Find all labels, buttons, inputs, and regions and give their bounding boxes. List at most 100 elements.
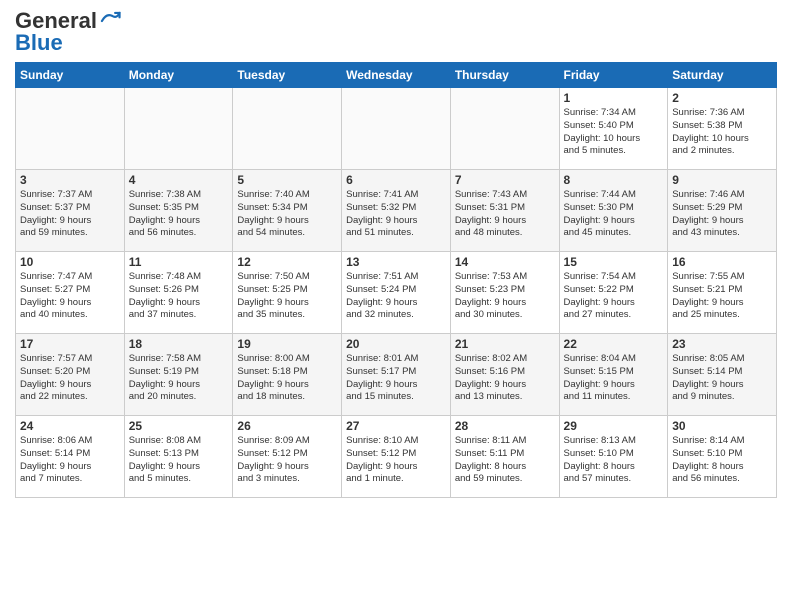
day-number: 28 [455, 419, 555, 433]
day-info: Sunrise: 8:09 AM Sunset: 5:12 PM Dayligh… [237, 435, 337, 486]
day-number: 5 [237, 173, 337, 187]
calendar-cell: 6 Sunrise: 7:41 AM Sunset: 5:32 PM Daylig… [342, 170, 451, 252]
day-info: Sunrise: 8:14 AM Sunset: 5:10 PM Dayligh… [672, 435, 772, 486]
day-info: Sunrise: 7:47 AM Sunset: 5:27 PM Dayligh… [20, 271, 120, 322]
day-number: 6 [346, 173, 446, 187]
calendar-cell: 17Sunrise: 7:57 AM Sunset: 5:20 PM Dayli… [16, 334, 125, 416]
calendar-cell: 13 Sunrise: 7:51 AM Sunset: 5:24 PM Dayli… [342, 252, 451, 334]
day-number: 21 [455, 337, 555, 351]
day-number: 14 [455, 255, 555, 269]
calendar-cell: 11 Sunrise: 7:48 AM Sunset: 5:26 PM Dayli… [124, 252, 233, 334]
calendar-cell: 25 Sunrise: 8:08 AM Sunset: 5:13 PM Dayli… [124, 416, 233, 498]
calendar-cell: 5 Sunrise: 7:40 AM Sunset: 5:34 PM Daylig… [233, 170, 342, 252]
calendar-week-row: 1 Sunrise: 7:34 AM Sunset: 5:40 PM Daylig… [16, 88, 777, 170]
day-info: Sunrise: 7:53 AM Sunset: 5:23 PM Dayligh… [455, 271, 555, 322]
calendar-cell [16, 88, 125, 170]
day-number: 26 [237, 419, 337, 433]
day-number: 30 [672, 419, 772, 433]
day-number: 18 [129, 337, 229, 351]
day-number: 20 [346, 337, 446, 351]
day-info: Sunrise: 7:34 AM Sunset: 5:40 PM Dayligh… [564, 107, 664, 158]
day-number: 24 [20, 419, 120, 433]
day-info: Sunrise: 7:44 AM Sunset: 5:30 PM Dayligh… [564, 189, 664, 240]
logo-icon [99, 10, 121, 32]
day-number: 11 [129, 255, 229, 269]
day-info: Sunrise: 7:38 AM Sunset: 5:35 PM Dayligh… [129, 189, 229, 240]
calendar-day-header: Thursday [450, 63, 559, 88]
logo-general: General [15, 10, 97, 32]
day-number: 3 [20, 173, 120, 187]
calendar-cell: 22Sunrise: 8:04 AM Sunset: 5:15 PM Dayli… [559, 334, 668, 416]
calendar-cell: 8 Sunrise: 7:44 AM Sunset: 5:30 PM Daylig… [559, 170, 668, 252]
day-number: 12 [237, 255, 337, 269]
day-info: Sunrise: 8:11 AM Sunset: 5:11 PM Dayligh… [455, 435, 555, 486]
day-info: Sunrise: 8:08 AM Sunset: 5:13 PM Dayligh… [129, 435, 229, 486]
header: GeneralBlue [15, 10, 777, 54]
logo-text: GeneralBlue [15, 10, 121, 54]
calendar-cell: 12 Sunrise: 7:50 AM Sunset: 5:25 PM Dayli… [233, 252, 342, 334]
calendar-cell: 20 Sunrise: 8:01 AM Sunset: 5:17 PM Dayli… [342, 334, 451, 416]
calendar-cell: 27 Sunrise: 8:10 AM Sunset: 5:12 PM Dayli… [342, 416, 451, 498]
day-info: Sunrise: 8:00 AM Sunset: 5:18 PM Dayligh… [237, 353, 337, 404]
calendar-cell [124, 88, 233, 170]
calendar-cell: 1 Sunrise: 7:34 AM Sunset: 5:40 PM Daylig… [559, 88, 668, 170]
calendar-cell: 26 Sunrise: 8:09 AM Sunset: 5:12 PM Dayli… [233, 416, 342, 498]
day-info: Sunrise: 8:10 AM Sunset: 5:12 PM Dayligh… [346, 435, 446, 486]
day-info: Sunrise: 8:04 AM Sunset: 5:15 PM Dayligh… [564, 353, 664, 404]
calendar-day-header: Wednesday [342, 63, 451, 88]
calendar-cell: 24 Sunrise: 8:06 AM Sunset: 5:14 PM Dayli… [16, 416, 125, 498]
calendar-day-header: Saturday [668, 63, 777, 88]
calendar-cell [233, 88, 342, 170]
page: GeneralBlue SundayMondayTuesdayWednesday… [0, 0, 792, 508]
calendar-cell [450, 88, 559, 170]
day-number: 4 [129, 173, 229, 187]
calendar-cell: 15Sunrise: 7:54 AM Sunset: 5:22 PM Dayli… [559, 252, 668, 334]
calendar-cell [342, 88, 451, 170]
calendar-cell: 19 Sunrise: 8:00 AM Sunset: 5:18 PM Dayli… [233, 334, 342, 416]
day-info: Sunrise: 7:58 AM Sunset: 5:19 PM Dayligh… [129, 353, 229, 404]
calendar-cell: 29Sunrise: 8:13 AM Sunset: 5:10 PM Dayli… [559, 416, 668, 498]
day-info: Sunrise: 7:51 AM Sunset: 5:24 PM Dayligh… [346, 271, 446, 322]
day-info: Sunrise: 7:40 AM Sunset: 5:34 PM Dayligh… [237, 189, 337, 240]
day-number: 8 [564, 173, 664, 187]
day-number: 19 [237, 337, 337, 351]
calendar-cell: 14 Sunrise: 7:53 AM Sunset: 5:23 PM Dayli… [450, 252, 559, 334]
calendar-table: SundayMondayTuesdayWednesdayThursdayFrid… [15, 62, 777, 498]
calendar-cell: 3Sunrise: 7:37 AM Sunset: 5:37 PM Daylig… [16, 170, 125, 252]
day-number: 2 [672, 91, 772, 105]
day-number: 16 [672, 255, 772, 269]
day-info: Sunrise: 7:43 AM Sunset: 5:31 PM Dayligh… [455, 189, 555, 240]
calendar-week-row: 24 Sunrise: 8:06 AM Sunset: 5:14 PM Dayli… [16, 416, 777, 498]
calendar-week-row: 3Sunrise: 7:37 AM Sunset: 5:37 PM Daylig… [16, 170, 777, 252]
day-info: Sunrise: 7:55 AM Sunset: 5:21 PM Dayligh… [672, 271, 772, 322]
calendar-cell: 21 Sunrise: 8:02 AM Sunset: 5:16 PM Dayli… [450, 334, 559, 416]
calendar-cell: 23 Sunrise: 8:05 AM Sunset: 5:14 PM Dayli… [668, 334, 777, 416]
calendar-cell: 16 Sunrise: 7:55 AM Sunset: 5:21 PM Dayli… [668, 252, 777, 334]
calendar-week-row: 10Sunrise: 7:47 AM Sunset: 5:27 PM Dayli… [16, 252, 777, 334]
day-info: Sunrise: 8:01 AM Sunset: 5:17 PM Dayligh… [346, 353, 446, 404]
calendar-day-header: Friday [559, 63, 668, 88]
day-info: Sunrise: 8:05 AM Sunset: 5:14 PM Dayligh… [672, 353, 772, 404]
day-info: Sunrise: 7:36 AM Sunset: 5:38 PM Dayligh… [672, 107, 772, 158]
day-info: Sunrise: 7:41 AM Sunset: 5:32 PM Dayligh… [346, 189, 446, 240]
day-info: Sunrise: 7:48 AM Sunset: 5:26 PM Dayligh… [129, 271, 229, 322]
day-number: 13 [346, 255, 446, 269]
logo: GeneralBlue [15, 10, 121, 54]
day-number: 29 [564, 419, 664, 433]
calendar-cell: 9Sunrise: 7:46 AM Sunset: 5:29 PM Daylig… [668, 170, 777, 252]
calendar-day-header: Monday [124, 63, 233, 88]
calendar-cell: 28 Sunrise: 8:11 AM Sunset: 5:11 PM Dayli… [450, 416, 559, 498]
day-info: Sunrise: 7:50 AM Sunset: 5:25 PM Dayligh… [237, 271, 337, 322]
day-number: 1 [564, 91, 664, 105]
day-info: Sunrise: 8:02 AM Sunset: 5:16 PM Dayligh… [455, 353, 555, 404]
day-number: 25 [129, 419, 229, 433]
calendar-day-header: Sunday [16, 63, 125, 88]
calendar-cell: 7Sunrise: 7:43 AM Sunset: 5:31 PM Daylig… [450, 170, 559, 252]
day-info: Sunrise: 7:54 AM Sunset: 5:22 PM Dayligh… [564, 271, 664, 322]
calendar-header-row: SundayMondayTuesdayWednesdayThursdayFrid… [16, 63, 777, 88]
day-info: Sunrise: 7:46 AM Sunset: 5:29 PM Dayligh… [672, 189, 772, 240]
day-info: Sunrise: 7:57 AM Sunset: 5:20 PM Dayligh… [20, 353, 120, 404]
day-number: 27 [346, 419, 446, 433]
day-number: 23 [672, 337, 772, 351]
day-info: Sunrise: 8:06 AM Sunset: 5:14 PM Dayligh… [20, 435, 120, 486]
